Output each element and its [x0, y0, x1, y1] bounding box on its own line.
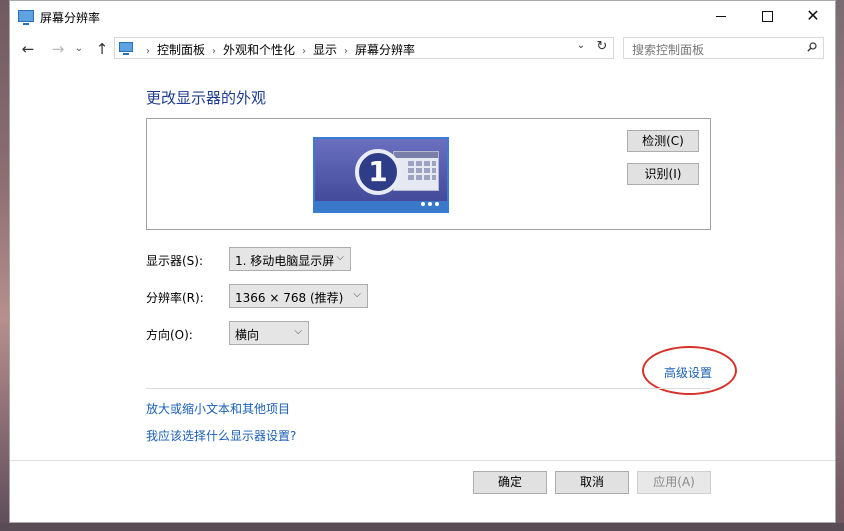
title-bar: 屏幕分辨率 ✕ — [10, 1, 835, 32]
dots-icon — [418, 195, 439, 209]
back-button[interactable]: ← — [17, 38, 39, 60]
display-label: 显示器(S): — [146, 254, 204, 268]
breadcrumb-display[interactable]: 显示 — [313, 41, 337, 58]
refresh-icon: ↻ — [596, 39, 608, 54]
chevron-down-icon: ⌵ — [336, 252, 344, 263]
chevron-down-icon: ⌄ — [74, 43, 84, 54]
arrow-up-icon: ↑ — [95, 40, 109, 58]
arrow-left-icon: ← — [21, 40, 35, 58]
monitor-icon — [18, 10, 34, 25]
desktop-background-bottom — [0, 523, 844, 531]
display-select-value: 1. 移动电脑显示屏 — [235, 254, 335, 268]
breadcrumb-separator-icon[interactable]: › — [212, 46, 216, 57]
maximize-icon — [761, 11, 773, 22]
close-button[interactable]: ✕ — [790, 1, 836, 32]
desktop-background — [0, 0, 9, 531]
desktop-background-right — [836, 0, 844, 531]
address-bar[interactable]: › 控制面板 › 外观和个性化 › 显示 › 屏幕分辨率 ⌄ ↻ — [114, 37, 614, 59]
minimize-button[interactable] — [698, 1, 744, 32]
recent-locations-button[interactable]: ⌄ — [70, 38, 88, 60]
resolution-label: 分辨率(R): — [146, 291, 204, 305]
arrow-right-icon: → — [51, 40, 65, 58]
orientation-label: 方向(O): — [146, 328, 193, 342]
cancel-button[interactable]: 取消 — [555, 471, 629, 494]
resolution-select-value: 1366 × 768 (推荐) — [235, 291, 344, 305]
page-title: 更改显示器的外观 — [146, 89, 267, 107]
navigation-bar: ← → ⌄ ↑ › 控制面板 › 外观和个性化 › 显示 › 屏幕分辨率 ⌄ ↻ 搜索控制面板 — [10, 34, 835, 64]
address-dropdown-button[interactable]: ⌄ — [573, 40, 589, 51]
display-select[interactable]: 1. 移动电脑显示屏 ⌵ — [229, 247, 351, 271]
up-button[interactable]: ↑ — [91, 38, 113, 60]
apply-button[interactable]: 应用(A) — [637, 471, 711, 494]
window-title: 屏幕分辨率 — [40, 11, 101, 25]
detect-button[interactable]: 检测(C) — [627, 130, 699, 152]
chevron-down-icon: ⌵ — [353, 289, 361, 300]
breadcrumb-control-panel[interactable]: 控制面板 — [157, 41, 205, 58]
search-input[interactable]: 搜索控制面板 — [623, 37, 824, 59]
ok-button[interactable]: 确定 — [473, 471, 547, 494]
advanced-settings-link[interactable]: 高级设置 — [664, 364, 712, 381]
search-icon[interactable] — [807, 42, 817, 52]
maximize-button[interactable] — [744, 1, 790, 32]
orientation-select[interactable]: 横向 ⌵ — [229, 321, 309, 345]
resolution-select[interactable]: 1366 × 768 (推荐) ⌵ — [229, 284, 368, 308]
display-settings-help-link[interactable]: 我应该选择什么显示器设置? — [146, 427, 296, 444]
breadcrumb-separator-icon[interactable]: › — [146, 46, 150, 57]
taskbar-preview — [315, 201, 447, 211]
monitor-arrangement-panel: 1 检测(C) 识别(I) — [146, 118, 711, 230]
refresh-button[interactable]: ↻ — [593, 39, 611, 54]
divider — [146, 388, 711, 389]
breadcrumb-appearance[interactable]: 外观和个性化 — [223, 41, 295, 58]
identify-button[interactable]: 识别(I) — [627, 163, 699, 185]
breadcrumb: › 控制面板 › 外观和个性化 › 显示 › 屏幕分辨率 — [139, 41, 415, 58]
breadcrumb-separator-icon[interactable]: › — [302, 46, 306, 57]
breadcrumb-screen-resolution[interactable]: 屏幕分辨率 — [355, 41, 415, 58]
screen-resolution-window: 屏幕分辨率 ✕ ← → ⌄ ↑ › 控制面板 › 外观和个性化 › 显示 › 屏幕分辨率 ⌄ … — [9, 0, 836, 523]
chevron-down-icon: ⌵ — [294, 326, 302, 337]
text-size-link[interactable]: 放大或缩小文本和其他项目 — [146, 400, 290, 417]
footer-divider — [10, 460, 835, 461]
orientation-select-value: 横向 — [235, 328, 260, 342]
search-placeholder: 搜索控制面板 — [632, 43, 705, 57]
control-panel-icon — [119, 42, 133, 55]
monitor-number-badge: 1 — [355, 149, 401, 195]
forward-button[interactable]: → — [47, 38, 69, 60]
main-content: 更改显示器的外观 1 检测(C) 识别(I) 显示器(S): 1. 移动电脑显示… — [10, 64, 835, 454]
close-icon: ✕ — [806, 6, 820, 25]
breadcrumb-separator-icon[interactable]: › — [344, 46, 348, 57]
chevron-down-icon: ⌄ — [576, 40, 586, 51]
minimize-icon — [716, 16, 726, 17]
monitor-1-tile[interactable]: 1 — [313, 137, 449, 213]
